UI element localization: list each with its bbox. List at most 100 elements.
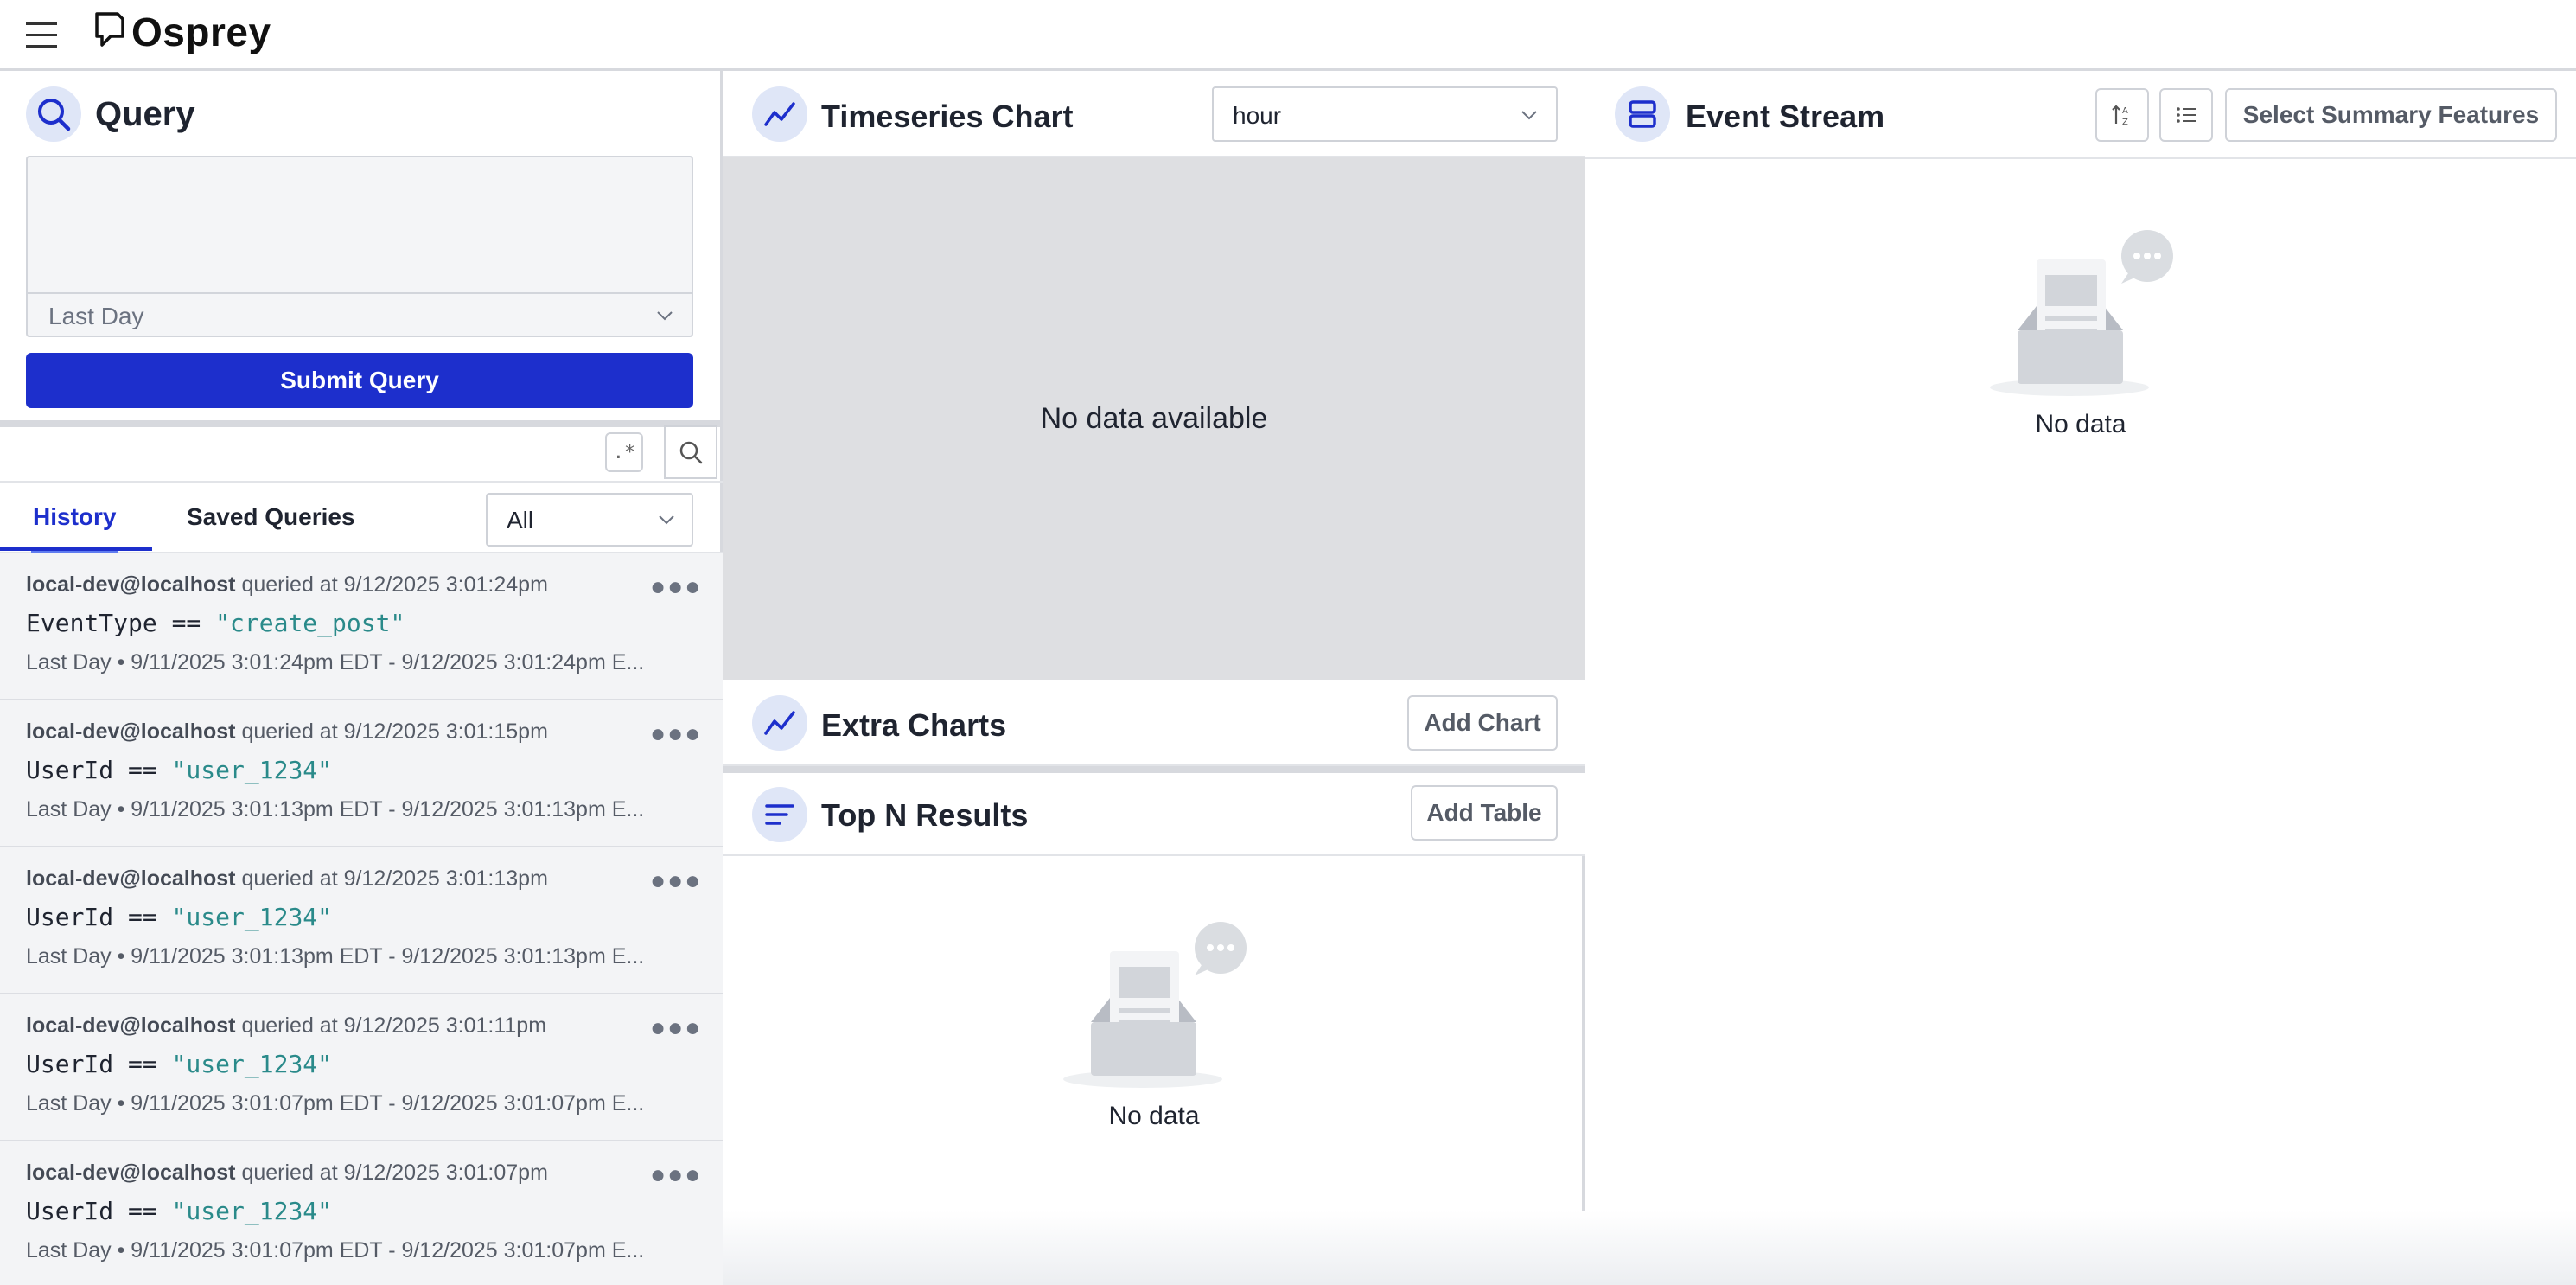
tab-saved-queries[interactable]: Saved Queries bbox=[187, 503, 355, 531]
add-chart-button[interactable]: Add Chart bbox=[1407, 695, 1558, 751]
select-summary-features-button[interactable]: Select Summary Features bbox=[2225, 88, 2557, 142]
sort-icon: AZ bbox=[2112, 105, 2128, 127]
history-range: Last Day • 9/11/2025 3:01:07pm EDT - 9/1… bbox=[26, 1091, 645, 1116]
search-icon bbox=[26, 86, 81, 142]
history-meta: local-dev@localhost queried at 9/12/2025… bbox=[26, 572, 548, 598]
svg-text:A: A bbox=[2122, 106, 2128, 116]
more-icon[interactable]: ●●● bbox=[650, 721, 702, 747]
event-stream-header: Event Stream AZ Select Summary Features bbox=[1585, 71, 2576, 159]
top-n-title: Top N Results bbox=[821, 797, 1029, 833]
event-stream-title: Event Stream bbox=[1686, 99, 1885, 134]
query-value: "user_1234" bbox=[171, 1197, 333, 1225]
search-icon bbox=[679, 441, 703, 464]
query-field: UserId == bbox=[26, 903, 172, 931]
history-user: local-dev@localhost bbox=[26, 1160, 236, 1185]
list-icon bbox=[2177, 107, 2196, 123]
svg-text:Z: Z bbox=[2122, 118, 2128, 127]
history-query: UserId == "user_1234" bbox=[26, 756, 332, 784]
stack-icon bbox=[1615, 86, 1670, 142]
more-icon[interactable]: ●●● bbox=[650, 1015, 702, 1041]
history-item[interactable]: local-dev@localhost queried at 9/12/2025… bbox=[0, 994, 723, 1141]
history-timestamp: queried at 9/12/2025 3:01:15pm bbox=[235, 719, 548, 744]
history-query: UserId == "user_1234" bbox=[26, 903, 332, 931]
tab-history[interactable]: History bbox=[33, 503, 116, 531]
granularity-value: hour bbox=[1233, 102, 1282, 129]
empty-inbox-icon bbox=[1990, 230, 2173, 396]
top-bar: Osprey bbox=[0, 0, 2576, 71]
history-filter-value: All bbox=[507, 507, 534, 534]
query-value: "user_1234" bbox=[171, 756, 333, 784]
chevron-down-icon[interactable] bbox=[655, 306, 674, 325]
history-meta: local-dev@localhost queried at 9/12/2025… bbox=[26, 1013, 546, 1039]
history-meta: local-dev@localhost queried at 9/12/2025… bbox=[26, 866, 548, 892]
history-filter-select[interactable]: All bbox=[486, 493, 693, 547]
trend-line-icon bbox=[752, 86, 807, 142]
history-meta: local-dev@localhost queried at 9/12/2025… bbox=[26, 719, 548, 745]
history-timestamp: queried at 9/12/2025 3:01:11pm bbox=[235, 1013, 547, 1038]
history-timestamp: queried at 9/12/2025 3:01:24pm bbox=[235, 572, 548, 597]
query-value: "create_post" bbox=[215, 609, 405, 637]
history-range: Last Day • 9/11/2025 3:01:13pm EDT - 9/1… bbox=[26, 944, 645, 969]
history-timestamp: queried at 9/12/2025 3:01:13pm bbox=[235, 866, 548, 891]
query-field: UserId == bbox=[26, 1050, 172, 1078]
menu-icon[interactable] bbox=[26, 22, 57, 48]
bars-icon bbox=[752, 787, 807, 842]
more-icon[interactable]: ●●● bbox=[650, 1162, 702, 1188]
charts-panel: Timeseries Chart hour No data available … bbox=[723, 71, 1585, 1285]
osprey-logo-icon bbox=[95, 12, 124, 47]
history-list: local-dev@localhost queried at 9/12/2025… bbox=[0, 553, 723, 1285]
regex-toggle-button[interactable]: .* bbox=[605, 432, 643, 472]
history-query: EventType == "create_post" bbox=[26, 609, 405, 637]
list-view-button[interactable] bbox=[2159, 88, 2213, 142]
history-user: local-dev@localhost bbox=[26, 572, 236, 597]
history-meta: local-dev@localhost queried at 9/12/2025… bbox=[26, 1160, 548, 1186]
query-panel: Query Last Day Submit Query .* History S… bbox=[0, 71, 723, 1285]
history-user: local-dev@localhost bbox=[26, 1013, 236, 1038]
timeseries-header: Timeseries Chart hour bbox=[723, 71, 1585, 157]
history-item[interactable]: local-dev@localhost queried at 9/12/2025… bbox=[0, 847, 723, 994]
chevron-down-icon bbox=[659, 515, 674, 525]
query-title: Query bbox=[95, 95, 195, 133]
add-table-button[interactable]: Add Table bbox=[1411, 785, 1558, 841]
divider bbox=[28, 292, 692, 294]
trend-line-icon bbox=[752, 695, 807, 751]
event-stream-empty-state: No data bbox=[1983, 227, 2178, 439]
more-icon[interactable]: ●●● bbox=[650, 868, 702, 894]
history-range: Last Day • 9/11/2025 3:01:24pm EDT - 9/1… bbox=[26, 650, 645, 674]
empty-inbox-icon bbox=[1063, 922, 1247, 1088]
history-user: local-dev@localhost bbox=[26, 866, 236, 891]
top-n-empty-state: No data bbox=[1056, 918, 1252, 1131]
timeseries-title: Timeseries Chart bbox=[821, 99, 1074, 134]
history-search-button[interactable] bbox=[664, 425, 717, 479]
more-icon[interactable]: ●●● bbox=[650, 574, 702, 600]
divider bbox=[0, 420, 723, 427]
submit-query-button[interactable]: Submit Query bbox=[26, 353, 693, 408]
history-item[interactable]: local-dev@localhost queried at 9/12/2025… bbox=[0, 553, 723, 700]
history-range: Last Day • 9/11/2025 3:01:07pm EDT - 9/1… bbox=[26, 1238, 645, 1263]
event-stream-panel: Event Stream AZ Select Summary Features … bbox=[1585, 71, 2576, 1285]
timeseries-chart: No data available bbox=[723, 157, 1585, 680]
bottom-fade bbox=[723, 1211, 2576, 1285]
query-field: UserId == bbox=[26, 756, 172, 784]
history-user: local-dev@localhost bbox=[26, 719, 236, 744]
history-query: UserId == "user_1234" bbox=[26, 1050, 332, 1078]
query-value: "user_1234" bbox=[171, 1050, 333, 1078]
event-stream-empty-text: No data bbox=[2035, 410, 2126, 438]
query-value: "user_1234" bbox=[171, 903, 333, 931]
top-n-header: Top N Results Add Table bbox=[723, 773, 1585, 856]
history-range: Last Day • 9/11/2025 3:01:13pm EDT - 9/1… bbox=[26, 797, 645, 822]
history-query: UserId == "user_1234" bbox=[26, 1197, 332, 1225]
history-timestamp: queried at 9/12/2025 3:01:07pm bbox=[235, 1160, 548, 1185]
sort-button[interactable]: AZ bbox=[2095, 88, 2149, 142]
extra-charts-title: Extra Charts bbox=[821, 707, 1007, 743]
query-input[interactable]: Last Day bbox=[26, 156, 693, 337]
chevron-down-icon bbox=[1521, 111, 1537, 120]
divider bbox=[723, 766, 1585, 773]
granularity-select[interactable]: hour bbox=[1212, 86, 1558, 142]
query-field: EventType == bbox=[26, 609, 216, 637]
brand-name[interactable]: Osprey bbox=[131, 9, 271, 55]
time-range-select[interactable]: Last Day bbox=[48, 303, 144, 330]
history-item[interactable]: local-dev@localhost queried at 9/12/2025… bbox=[0, 700, 723, 847]
query-field: UserId == bbox=[26, 1197, 172, 1225]
history-item[interactable]: local-dev@localhost queried at 9/12/2025… bbox=[0, 1141, 723, 1285]
